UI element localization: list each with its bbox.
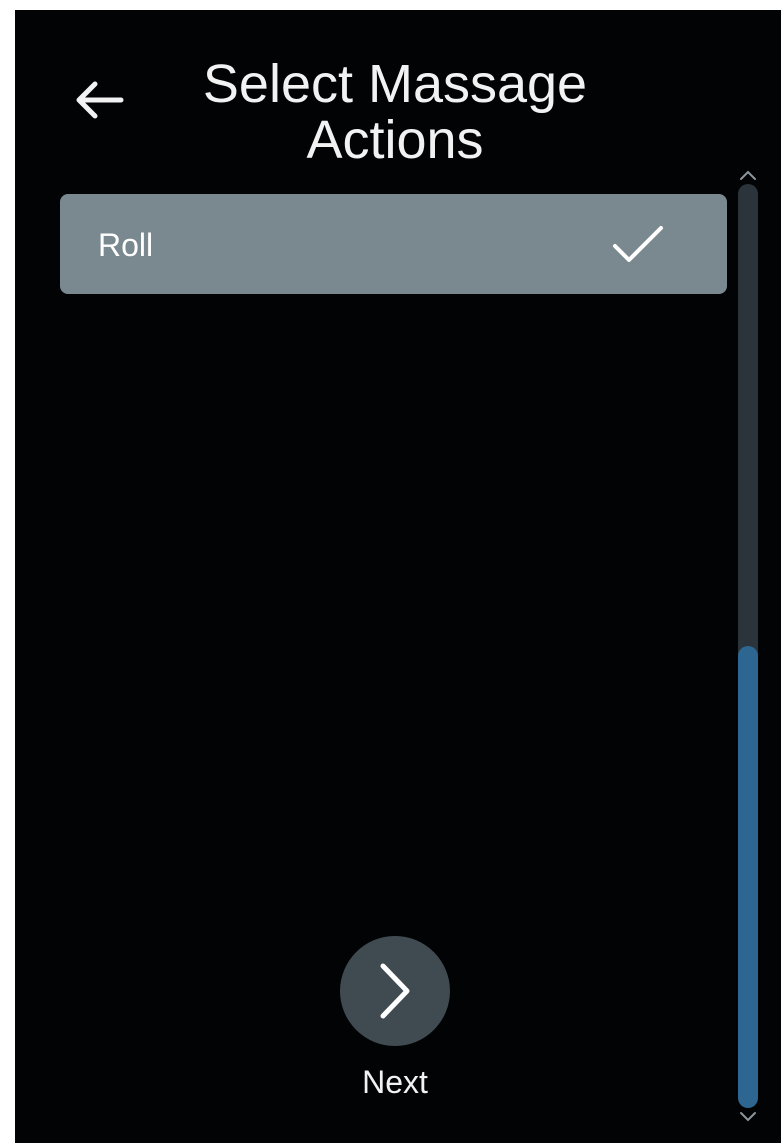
chevron-down-icon[interactable]	[738, 1110, 758, 1124]
scroll-track[interactable]	[738, 184, 758, 1108]
page-title: Select Massage Actions	[202, 54, 588, 170]
action-list: Roll	[60, 194, 727, 294]
arrow-left-icon	[76, 81, 124, 119]
massage-actions-screen: Select Massage Actions Roll Next	[15, 10, 781, 1143]
scroll-thumb[interactable]	[738, 646, 758, 1108]
list-item-roll[interactable]: Roll	[60, 194, 727, 294]
back-button[interactable]	[69, 75, 131, 125]
chevron-right-icon	[380, 963, 410, 1019]
vertical-scrollbar[interactable]	[736, 168, 760, 1143]
next-label: Next	[362, 1064, 428, 1100]
checkmark-icon	[613, 226, 663, 262]
next-button[interactable]	[340, 936, 450, 1046]
list-item-label: Roll	[98, 227, 154, 263]
chevron-up-icon[interactable]	[738, 168, 758, 182]
